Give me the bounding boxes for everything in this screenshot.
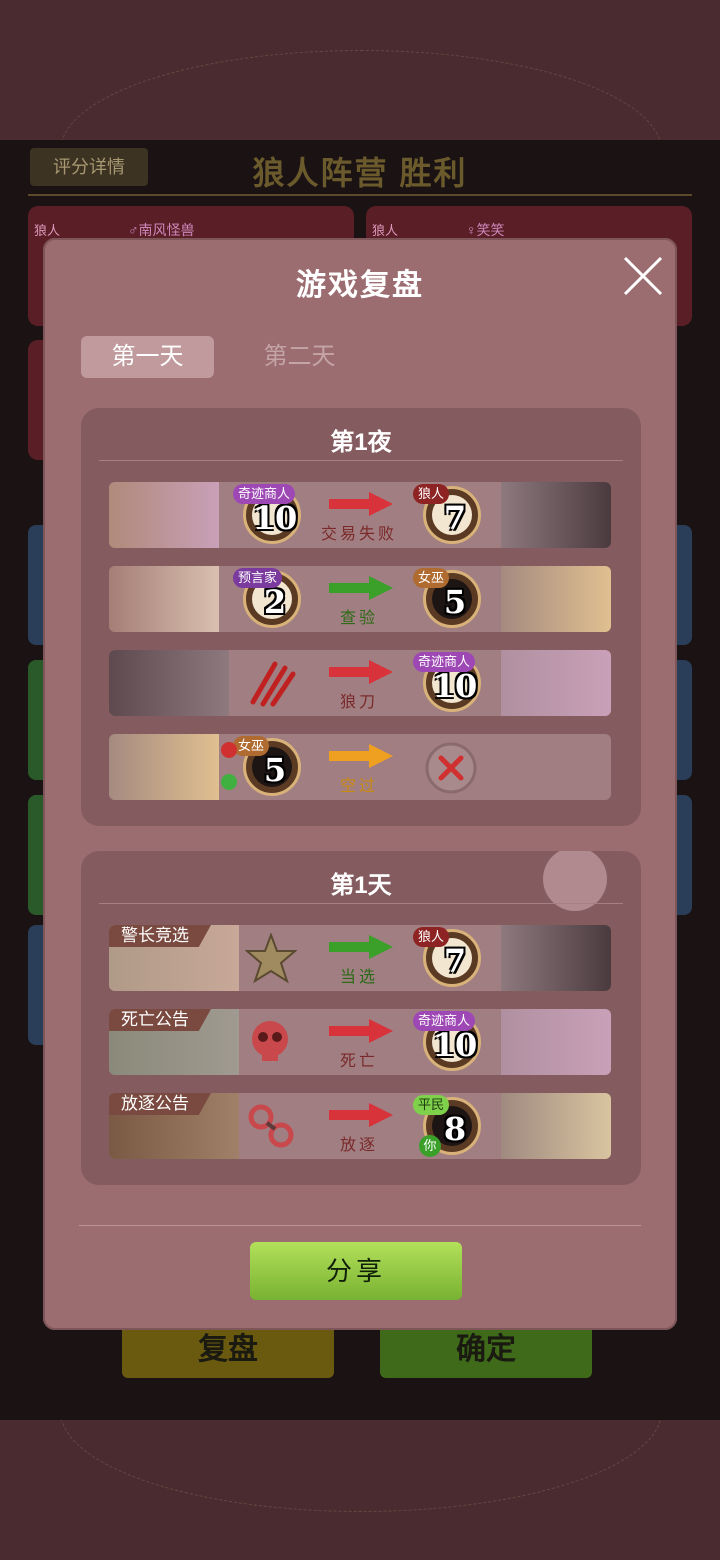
- role-tag: 平民: [413, 1095, 450, 1115]
- divider: [28, 194, 692, 196]
- player-name: ♂南风怪兽: [128, 222, 195, 238]
- action-label: 死亡: [339, 1053, 378, 1070]
- divider: [79, 1225, 641, 1226]
- modal-title: 游戏复盘: [296, 269, 424, 302]
- tab-day-2[interactable]: 第二天: [233, 336, 366, 378]
- handcuffs-icon: [248, 1104, 294, 1148]
- tab-day-1[interactable]: 第一天: [81, 336, 214, 378]
- divider: [99, 460, 623, 461]
- seat-number: 10: [432, 1026, 478, 1064]
- seer-portrait: [109, 566, 219, 632]
- arrow-right-icon: [329, 935, 393, 959]
- day-event-row: 死亡公告 死亡 10 奇迹商人: [109, 1009, 611, 1075]
- player-role: 狼人: [34, 223, 61, 238]
- arrow-right-icon: [329, 660, 393, 684]
- bottom-decor-band: [0, 1420, 720, 1560]
- event-tag: 放逐公告: [109, 1093, 211, 1115]
- wolf-claw-icon: [250, 661, 296, 707]
- top-decor-band: [0, 0, 720, 252]
- close-icon[interactable]: [621, 254, 665, 298]
- merchant-portrait: [109, 482, 219, 548]
- night-title: 第1夜: [330, 429, 392, 456]
- game-replay-modal: 游戏复盘 第一天 第二天 第1夜 10 奇迹商人 交易失败 7 狼人 2 预言家…: [43, 238, 677, 1330]
- action-label: 空过: [339, 778, 378, 795]
- merchant-portrait: [501, 650, 611, 716]
- action-label: 狼刀: [339, 694, 378, 711]
- action-label: 放逐: [339, 1137, 378, 1154]
- seat-number: 5: [443, 583, 467, 621]
- role-tag: 狼人: [413, 927, 450, 947]
- confirm-button[interactable]: 确定: [380, 1322, 592, 1378]
- night-action-row: 10 奇迹商人 交易失败 7 狼人: [109, 482, 611, 548]
- you-badge: 你: [419, 1135, 441, 1157]
- sheriff-badge-icon: [245, 933, 297, 984]
- seat-number: 2: [263, 583, 287, 621]
- arrow-right-icon: [329, 1103, 393, 1127]
- player-role: 狼人: [372, 223, 399, 238]
- action-label: 交易失败: [320, 526, 397, 543]
- antidote-potion-icon: [221, 774, 237, 790]
- skull-icon: [252, 1021, 288, 1061]
- replay-button[interactable]: 复盘: [122, 1322, 334, 1378]
- night-action-row: 5 女巫 空过: [109, 734, 611, 800]
- day-title: 第1天: [330, 872, 392, 899]
- wolf-portrait: [501, 925, 611, 991]
- role-tag: 女巫: [233, 736, 270, 756]
- day-event-row: 放逐公告 放逐 8 平民 你: [109, 1093, 611, 1159]
- role-tag: 奇迹商人: [413, 1011, 476, 1031]
- seat-number: 10: [252, 499, 298, 537]
- witch-portrait: [501, 566, 611, 632]
- seat-number: 5: [263, 751, 287, 789]
- villager-portrait: [501, 1093, 611, 1159]
- player-name: ♀笑笑: [466, 222, 505, 238]
- day-section: 第1天 警长竞选 当选 7 狼人 死亡公告 死亡 10 奇迹商人 放逐公告 放逐…: [81, 851, 641, 1185]
- seat-number: 10: [432, 667, 478, 705]
- poison-potion-icon: [221, 742, 237, 758]
- night-action-row: 2 预言家 查验 5 女巫: [109, 566, 611, 632]
- role-tag: 女巫: [413, 568, 450, 588]
- arrow-right-icon: [329, 492, 393, 516]
- event-tag: 死亡公告: [109, 1009, 211, 1031]
- night-action-row: 狼刀 10 奇迹商人: [109, 650, 611, 716]
- cross-icon: [425, 742, 477, 794]
- divider: [99, 903, 623, 904]
- night-section: 第1夜 10 奇迹商人 交易失败 7 狼人 2 预言家 查验 5 女巫 狼刀 1…: [81, 408, 641, 826]
- wolf-portrait: [109, 650, 229, 716]
- wolf-portrait: [501, 482, 611, 548]
- role-tag: 狼人: [413, 484, 450, 504]
- seat-number: 7: [443, 499, 467, 537]
- role-tag: 奇迹商人: [233, 484, 296, 504]
- result-title: 狼人阵营 胜利: [252, 155, 468, 191]
- arrow-right-icon: [329, 744, 393, 768]
- arrow-right-icon: [329, 1019, 393, 1043]
- action-label: 当选: [339, 969, 378, 986]
- event-tag: 警长竞选: [109, 925, 211, 947]
- role-tag: 预言家: [233, 568, 283, 588]
- arrow-right-icon: [329, 576, 393, 600]
- day-event-row: 警长竞选 当选 7 狼人: [109, 925, 611, 991]
- share-button[interactable]: 分享: [250, 1242, 462, 1300]
- action-label: 查验: [339, 610, 378, 627]
- witch-portrait: [109, 734, 219, 800]
- seat-number: 7: [443, 942, 467, 980]
- merchant-portrait: [501, 1009, 611, 1075]
- role-tag: 奇迹商人: [413, 652, 476, 672]
